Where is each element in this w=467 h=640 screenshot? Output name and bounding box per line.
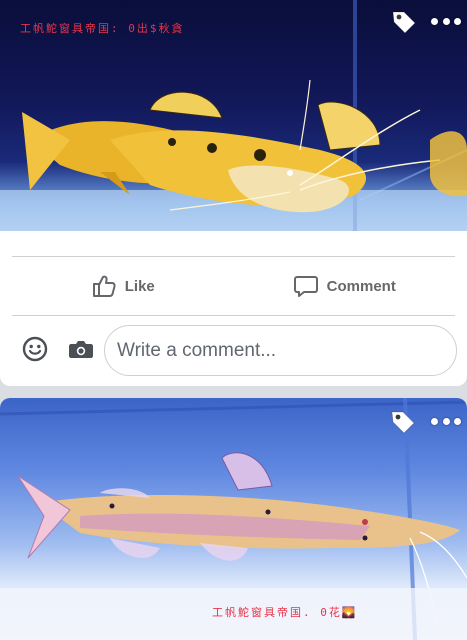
thumbs-up-icon bbox=[92, 275, 116, 297]
more-options-icon[interactable] bbox=[431, 415, 461, 427]
comment-button[interactable]: Comment bbox=[234, 257, 456, 315]
tag-icon[interactable] bbox=[390, 8, 418, 36]
photo-watermark: 工帆鮀窗具帝国. 0花🌄 bbox=[212, 606, 358, 619]
tag-icon[interactable] bbox=[389, 408, 417, 436]
post-card: 工帆鮀窗具帝国: 0出$秋貪 Like Comment bbox=[0, 0, 467, 386]
post-actions-bar: Like Comment bbox=[12, 256, 455, 316]
emoji-icon[interactable] bbox=[22, 336, 48, 362]
like-button[interactable]: Like bbox=[12, 257, 234, 315]
post-photo[interactable]: 工帆鮀窗具帝国: 0出$秋貪 bbox=[0, 0, 467, 231]
speech-bubble-icon bbox=[293, 276, 318, 297]
comment-input[interactable] bbox=[104, 325, 457, 376]
comment-label: Comment bbox=[326, 277, 396, 295]
more-options-icon[interactable] bbox=[431, 15, 461, 27]
camera-icon[interactable] bbox=[68, 337, 94, 361]
comment-composer bbox=[0, 322, 467, 382]
photo-watermark: 工帆鮀窗具帝国: 0出$秋貪 bbox=[20, 22, 185, 35]
like-label: Like bbox=[124, 277, 155, 295]
